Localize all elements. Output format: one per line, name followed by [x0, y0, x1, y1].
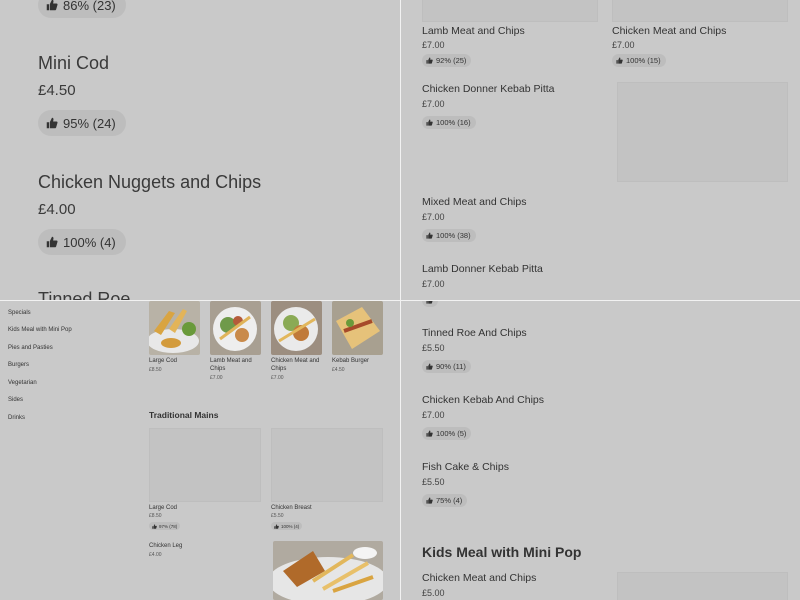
- thumbs-up-icon: [274, 523, 279, 529]
- kebab-burger-image[interactable]: [332, 301, 383, 355]
- sidebar-item-kids-meal[interactable]: Kids Meal with Mini Pop: [8, 327, 72, 333]
- lamb-meat-image[interactable]: [210, 301, 261, 355]
- item-name[interactable]: Kebab Burger: [332, 357, 369, 365]
- item-price: £4.50: [38, 82, 76, 99]
- rating-badge: [422, 301, 438, 307]
- item-name[interactable]: Chicken Leg: [149, 542, 182, 550]
- chicken-leg-image[interactable]: [273, 541, 383, 600]
- divider: [0, 300, 800, 301]
- sidebar-item-pies[interactable]: Pies and Pasties: [8, 345, 53, 351]
- item-image-placeholder[interactable]: [149, 428, 261, 502]
- thumbs-up-icon: [46, 117, 58, 129]
- section-title: Traditional Mains: [149, 410, 219, 420]
- item-name[interactable]: Lamb Donner Kebab Pitta: [422, 263, 543, 275]
- section-title: Kids Meal with Mini Pop: [422, 544, 582, 560]
- item-name[interactable]: Chicken Meat and Chips: [422, 572, 536, 584]
- thumbs-up-icon: [426, 430, 433, 437]
- item-price: £8.50: [149, 367, 162, 373]
- item-price: £5.50: [422, 477, 445, 487]
- item-price: £7.00: [422, 279, 445, 289]
- item-name[interactable]: Mini Cod: [38, 53, 109, 74]
- item-price: £7.00: [612, 40, 635, 50]
- item-name[interactable]: Lamb Meat and Chips: [210, 357, 265, 373]
- item-name[interactable]: Chicken Donner Kebab Pitta: [422, 83, 555, 95]
- thumbs-up-icon: [426, 119, 433, 126]
- rating-badge: 95% (24): [38, 110, 126, 136]
- thumbs-up-icon: [152, 523, 157, 529]
- item-price: £5.50: [271, 513, 284, 519]
- sidebar-item-specials[interactable]: Specials: [8, 310, 31, 316]
- rating-badge: 92% (25): [422, 54, 472, 67]
- thumbs-up-icon: [426, 363, 433, 370]
- item-price: £4.00: [38, 201, 76, 218]
- mobile-menu-zoomed: 86% (23) Mini Cod £4.50 95% (24) Chicken…: [0, 0, 400, 300]
- item-name[interactable]: Large Cod: [149, 504, 177, 512]
- fish-and-chips-image[interactable]: [149, 301, 200, 355]
- item-name[interactable]: Chicken Kebab And Chips: [422, 394, 544, 406]
- item-price: £5.50: [422, 343, 445, 353]
- desktop-menu-list: Lamb Meat and Chips £7.00 92% (25) Chick…: [401, 0, 800, 300]
- item-price: £7.00: [422, 40, 445, 50]
- rating-badge: 100% (15): [612, 54, 666, 67]
- sidebar-item-sides[interactable]: Sides: [8, 397, 23, 403]
- item-name[interactable]: Mixed Meat and Chips: [422, 196, 526, 208]
- rating-badge: 100% (5): [422, 427, 472, 440]
- rating-badge: 75% (4): [422, 494, 468, 507]
- item-image-placeholder: [617, 82, 788, 182]
- desktop-menu-grid: Specials Kids Meal with Mini Pop Pies an…: [0, 301, 400, 600]
- sidebar-item-vegetarian[interactable]: Vegetarian: [8, 380, 37, 386]
- item-name[interactable]: Chicken Nuggets and Chips: [38, 172, 261, 193]
- thumbs-up-icon: [46, 0, 58, 11]
- item-image-placeholder: [612, 0, 788, 22]
- chicken-meat-image[interactable]: [271, 301, 322, 355]
- thumbs-up-icon: [426, 301, 433, 304]
- item-name[interactable]: Fish Cake & Chips: [422, 461, 509, 473]
- item-image-placeholder[interactable]: [271, 428, 383, 502]
- rating-badge: 100% (4): [271, 522, 303, 530]
- thumbs-up-icon: [616, 57, 623, 64]
- item-name[interactable]: Tinned Roe: [38, 289, 130, 300]
- item-price: £7.00: [422, 212, 445, 222]
- rating-badge: 90% (11): [422, 360, 471, 373]
- thumbs-up-icon: [46, 236, 58, 248]
- rating-badge: 97% (78): [149, 522, 181, 530]
- item-price: £5.00: [422, 588, 445, 598]
- item-price: £7.00: [210, 375, 223, 381]
- item-name[interactable]: Lamb Meat and Chips: [422, 25, 525, 37]
- item-name[interactable]: Chicken Meat and Chips: [612, 25, 726, 37]
- item-name[interactable]: Tinned Roe And Chips: [422, 327, 527, 339]
- item-price: £8.50: [149, 513, 162, 519]
- mobile-menu-list: Tinned Roe And Chips £5.50 90% (11) Chic…: [401, 301, 800, 600]
- item-price: £7.00: [422, 99, 445, 109]
- sidebar-item-drinks[interactable]: Drinks: [8, 415, 25, 421]
- sidebar-item-burgers[interactable]: Burgers: [8, 362, 29, 368]
- thumbs-up-icon: [426, 497, 433, 504]
- item-name[interactable]: Large Cod: [149, 357, 177, 365]
- rating-badge: 100% (38): [422, 229, 476, 242]
- item-name[interactable]: Chicken Breast: [271, 504, 312, 512]
- item-price: £4.50: [332, 367, 345, 373]
- rating-badge: 86% (23): [38, 0, 126, 18]
- thumbs-up-icon: [426, 57, 433, 64]
- item-price: £7.00: [271, 375, 284, 381]
- item-image-placeholder: [422, 0, 598, 22]
- item-price: £7.00: [422, 410, 445, 420]
- rating-badge: 100% (4): [38, 229, 126, 255]
- item-price: £4.00: [149, 552, 162, 558]
- rating-badge: 100% (16): [422, 116, 476, 129]
- thumbs-up-icon: [426, 232, 433, 239]
- item-name[interactable]: Chicken Meat and Chips: [271, 357, 321, 373]
- item-image-placeholder: [617, 572, 788, 600]
